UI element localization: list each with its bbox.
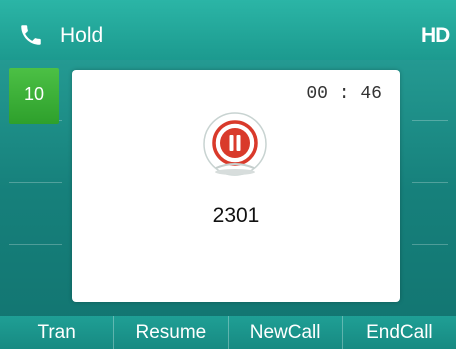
caller-number: 2301 bbox=[212, 204, 260, 227]
call-timer: 00 : 46 bbox=[306, 84, 382, 104]
line-key-row bbox=[9, 122, 62, 183]
line-key-row[interactable] bbox=[412, 60, 448, 121]
line-key-row[interactable] bbox=[412, 184, 448, 245]
end-call-softkey[interactable]: EndCall bbox=[341, 316, 456, 349]
line-key-label: 10 bbox=[23, 84, 45, 104]
pause-icon bbox=[203, 112, 267, 176]
call-status-label: Hold bbox=[60, 24, 104, 47]
line-key-row bbox=[9, 184, 62, 245]
line-keys-right bbox=[412, 60, 456, 310]
line-key-row bbox=[9, 246, 62, 306]
call-info-card: 00 : 46 2301 bbox=[72, 70, 400, 302]
resume-softkey[interactable]: Resume bbox=[113, 316, 227, 349]
line-key-10[interactable]: 10 bbox=[9, 68, 59, 124]
phone-icon bbox=[21, 25, 41, 45]
line-keys-left: 10 bbox=[0, 60, 62, 310]
phone-screen: Hold HD 10 00 : 46 2301 Tran Resume NewC… bbox=[0, 0, 456, 349]
softkey-bar: Tran Resume NewCall EndCall bbox=[0, 316, 456, 349]
status-bar: Hold HD bbox=[0, 0, 456, 60]
new-call-softkey[interactable]: NewCall bbox=[227, 316, 342, 349]
hd-audio-badge: HD bbox=[421, 24, 450, 47]
transfer-softkey[interactable]: Tran bbox=[0, 316, 113, 349]
line-key-row[interactable] bbox=[412, 246, 448, 306]
line-key-row[interactable] bbox=[412, 122, 448, 183]
